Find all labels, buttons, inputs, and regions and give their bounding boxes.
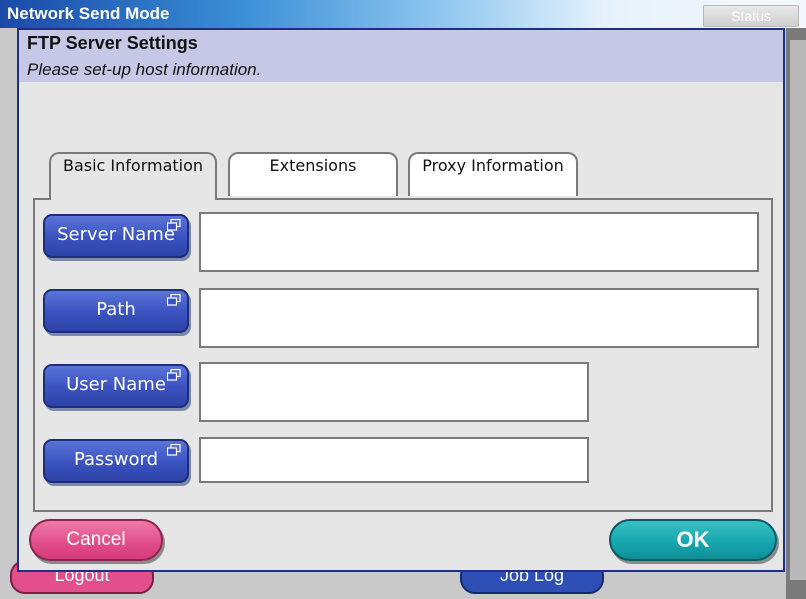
window-title: Network Send Mode bbox=[7, 4, 170, 23]
tab-basic-information[interactable]: Basic Information bbox=[49, 152, 217, 200]
ftp-settings-dialog: FTP Server Settings Please set-up host i… bbox=[17, 28, 785, 572]
tab-label: Extensions bbox=[269, 156, 357, 175]
tab-proxy-information[interactable]: Proxy Information bbox=[408, 152, 578, 196]
dialog-title: FTP Server Settings bbox=[27, 33, 198, 53]
user-name-label: User Name bbox=[66, 374, 166, 395]
title-bar: Network Send Mode Status bbox=[0, 0, 806, 28]
server-name-label: Server Name bbox=[57, 224, 175, 245]
password-button[interactable]: Password bbox=[43, 439, 189, 483]
popup-window-icon bbox=[167, 219, 181, 231]
server-name-button[interactable]: Server Name bbox=[43, 214, 189, 258]
password-field[interactable] bbox=[199, 437, 589, 483]
tab-label: Proxy Information bbox=[422, 156, 564, 175]
popup-window-icon bbox=[167, 294, 181, 306]
user-name-button[interactable]: User Name bbox=[43, 364, 189, 408]
server-name-field[interactable] bbox=[199, 212, 759, 272]
password-label: Password bbox=[73, 449, 159, 470]
dialog-header: FTP Server Settings Please set-up host i… bbox=[19, 30, 783, 82]
tab-extensions[interactable]: Extensions bbox=[228, 152, 398, 196]
ok-button[interactable]: OK bbox=[609, 519, 777, 561]
popup-window-icon bbox=[167, 369, 181, 381]
dialog-subtitle: Please set-up host information. bbox=[27, 60, 262, 79]
path-button[interactable]: Path bbox=[43, 289, 189, 333]
user-name-field[interactable] bbox=[199, 362, 589, 422]
tab-label: Basic Information bbox=[62, 156, 204, 175]
path-field[interactable] bbox=[199, 288, 759, 348]
cancel-button[interactable]: Cancel bbox=[29, 519, 163, 561]
path-label: Path bbox=[96, 299, 136, 320]
right-edge-panel-inner bbox=[790, 40, 806, 580]
popup-window-icon bbox=[167, 444, 181, 456]
status-button[interactable]: Status bbox=[703, 5, 799, 27]
